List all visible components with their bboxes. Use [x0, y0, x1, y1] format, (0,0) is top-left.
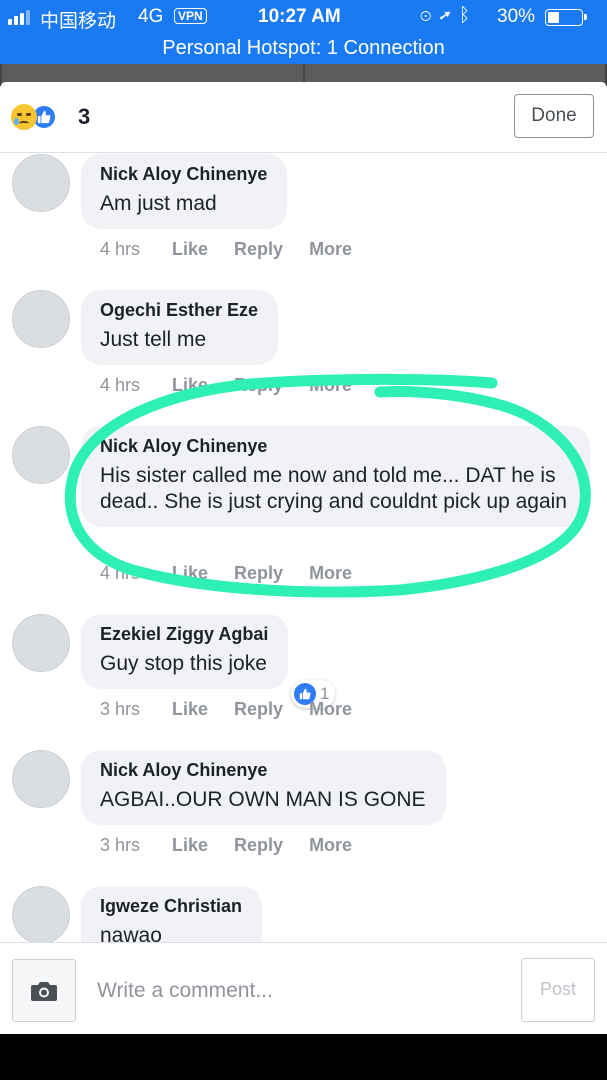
more-button[interactable]: More: [309, 239, 352, 260]
comments-sheet: 3 Done Nick Aloy Chinenye Am just mad 4 …: [0, 82, 607, 1034]
comment-author[interactable]: Nick Aloy Chinenye: [100, 434, 570, 458]
reaction-count[interactable]: 3: [78, 104, 90, 130]
comment-bubble[interactable]: Nick Aloy Chinenye His sister called me …: [81, 426, 590, 527]
comment-text: Guy stop this joke: [100, 652, 267, 675]
comment-time: 3 hrs: [100, 835, 141, 855]
comment-time: 3 hrs: [100, 699, 141, 719]
comment-input[interactable]: Write a comment...: [97, 979, 273, 1003]
battery-icon: [545, 9, 587, 26]
hotspot-banner[interactable]: Personal Hotspot: 1 Connection: [0, 34, 607, 64]
location-icon: ➚: [439, 5, 459, 26]
comment-actions: 3 hrs Like Reply More: [100, 699, 378, 720]
comment-actions: 4 hrs Like Reply More: [100, 563, 378, 584]
status-bar: 中国移动 4G VPN 10:27 AM ⊙➚ᛒ 30%: [0, 0, 607, 34]
comment-bubble[interactable]: Ezekiel Ziggy Agbai Guy stop this joke: [81, 614, 289, 689]
like-button[interactable]: Like: [172, 563, 208, 584]
avatar[interactable]: [12, 426, 70, 484]
comment-text: Just tell me: [100, 328, 207, 351]
more-button[interactable]: More: [309, 375, 352, 396]
home-bar: [0, 1034, 607, 1080]
comment-bubble[interactable]: Igweze Christian nawao: [81, 886, 263, 942]
like-button[interactable]: Like: [172, 835, 208, 856]
avatar[interactable]: [12, 614, 70, 672]
reply-button[interactable]: Reply: [234, 239, 283, 260]
done-button[interactable]: Done: [514, 94, 594, 138]
avatar[interactable]: [12, 290, 70, 348]
like-button[interactable]: Like: [172, 375, 208, 396]
comment-bubble[interactable]: Nick Aloy Chinenye Am just mad: [81, 154, 288, 229]
like-button[interactable]: Like: [172, 699, 208, 720]
bluetooth-icon: ᛒ: [458, 5, 479, 26]
camera-button[interactable]: [12, 959, 76, 1022]
sheet-header: 3 Done: [0, 82, 607, 153]
comment-time: 4 hrs: [100, 563, 141, 583]
signal-strength-icon: [8, 9, 30, 25]
comment-author[interactable]: Nick Aloy Chinenye: [100, 758, 426, 782]
comment-text: nawao: [100, 924, 162, 942]
reply-button[interactable]: Reply: [234, 699, 283, 720]
comment-time: 4 hrs: [100, 239, 141, 259]
comment-time: 4 hrs: [100, 375, 141, 395]
vpn-badge: VPN: [174, 8, 207, 24]
comment-composer: Write a comment... Post: [0, 942, 607, 1034]
battery-percent: 30%: [497, 6, 536, 27]
comment-text: AGBAI..OUR OWN MAN IS GONE: [100, 788, 426, 811]
reply-button[interactable]: Reply: [234, 563, 283, 584]
avatar[interactable]: [12, 750, 70, 808]
comment-actions: 4 hrs Like Reply More: [100, 239, 378, 260]
avatar[interactable]: [12, 154, 70, 212]
comment-bubble[interactable]: Nick Aloy Chinenye AGBAI..OUR OWN MAN IS…: [81, 750, 446, 825]
reply-button[interactable]: Reply: [234, 835, 283, 856]
comment-bubble[interactable]: Ogechi Esther Eze Just tell me: [81, 290, 279, 365]
reply-button[interactable]: Reply: [234, 375, 283, 396]
network-type: 4G: [138, 6, 164, 27]
status-icons: ⊙➚ᛒ: [420, 5, 478, 27]
comment-author[interactable]: Nick Aloy Chinenye: [100, 162, 267, 186]
like-button[interactable]: Like: [172, 239, 208, 260]
comment-author[interactable]: Igweze Christian: [100, 894, 242, 918]
comment-actions: 4 hrs Like Reply More: [100, 375, 378, 396]
comment-author[interactable]: Ezekiel Ziggy Agbai: [100, 622, 268, 646]
status-time: 10:27 AM: [258, 6, 341, 27]
carrier-name: 中国移动: [40, 11, 117, 32]
background-page: [0, 64, 607, 84]
camera-icon: [31, 981, 57, 1001]
comment-list[interactable]: Nick Aloy Chinenye Am just mad 4 hrs Lik…: [0, 154, 607, 942]
comment-text: Am just mad: [100, 192, 217, 215]
reaction-icons[interactable]: [11, 104, 57, 130]
more-button[interactable]: More: [309, 835, 352, 856]
avatar[interactable]: [12, 886, 70, 942]
more-button[interactable]: More: [309, 563, 352, 584]
comment-actions: 3 hrs Like Reply More: [100, 835, 378, 856]
more-button[interactable]: More: [309, 699, 352, 720]
post-button[interactable]: Post: [521, 958, 595, 1022]
comment-author[interactable]: Ogechi Esther Eze: [100, 298, 258, 322]
comment-text: His sister called me now and told me... …: [100, 464, 567, 513]
rotation-lock-icon: ⊙: [420, 5, 440, 26]
sad-reaction-icon: [11, 104, 37, 130]
